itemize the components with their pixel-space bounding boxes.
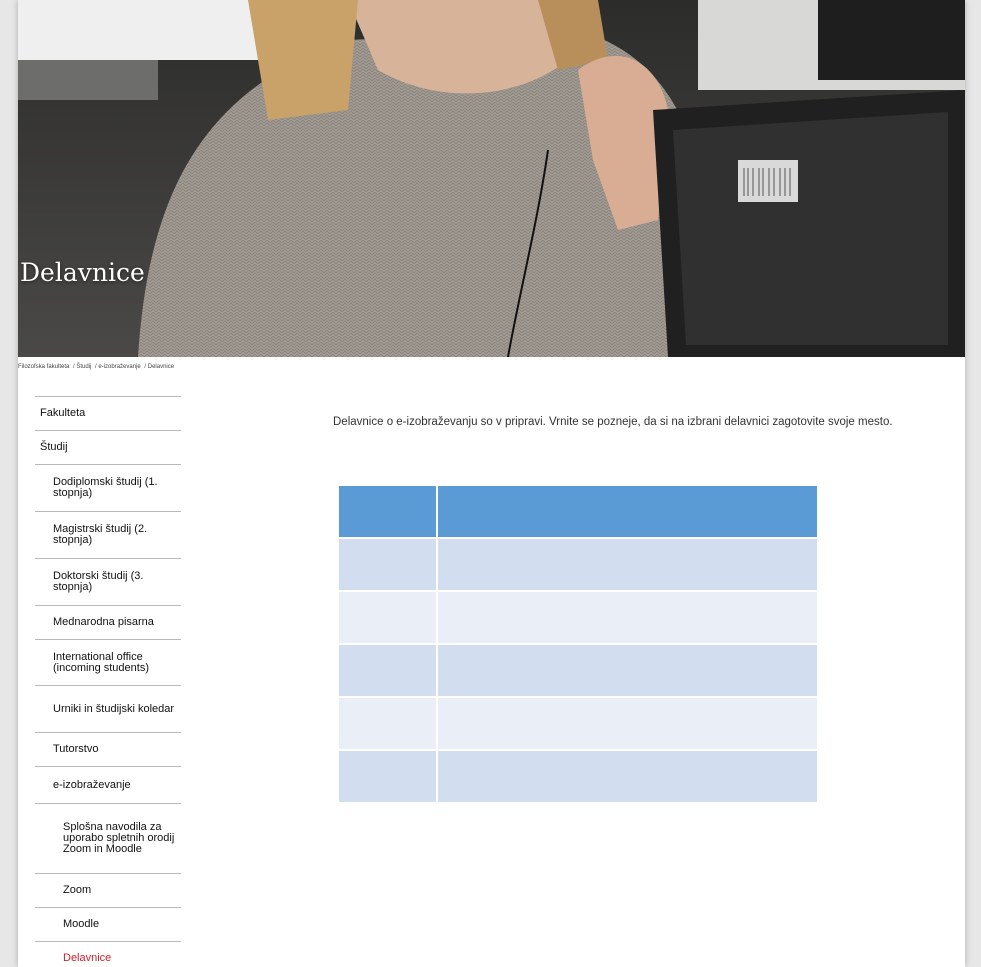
sidebar-item-doktorski[interactable]: Doktorski študij (3. stopnja) <box>35 558 181 605</box>
sidebar-item-dodiplomski[interactable]: Dodiplomski študij (1. stopnja) <box>35 464 181 511</box>
table-cell <box>436 537 819 592</box>
table-cell <box>337 749 438 804</box>
sidebar-item-splosna-navodila[interactable]: Splošna navodila za uporabo spletnih oro… <box>35 803 181 873</box>
table-row <box>337 643 819 698</box>
table-cell <box>337 643 438 698</box>
intro-text: Delavnice o e-izobraževanju so v priprav… <box>333 415 893 428</box>
sidebar-item-tutorstvo[interactable]: Tutorstvo <box>35 732 181 766</box>
table-row <box>337 749 819 804</box>
table-cell <box>337 537 438 592</box>
sidebar-item-magistrski[interactable]: Magistrski študij (2. stopnja) <box>35 511 181 558</box>
table-header-row <box>337 484 819 539</box>
sidebar-item-moodle[interactable]: Moodle <box>35 907 181 941</box>
sidebar-item-international-office[interactable]: International office (incoming students) <box>35 639 181 685</box>
table-header-cell <box>337 484 438 539</box>
sidebar-item-urniki[interactable]: Urniki in študijski koledar <box>35 685 181 732</box>
sidebar-item-delavnice[interactable]: Delavnice <box>35 941 181 967</box>
table-cell <box>436 696 819 751</box>
table-cell <box>337 696 438 751</box>
hero-banner: Delavnice <box>18 0 965 357</box>
sidebar-item-e-izobrazevanje[interactable]: e-izobraževanje <box>35 766 181 803</box>
table-row <box>337 696 819 751</box>
table-cell <box>436 643 819 698</box>
page-title: Delavnice <box>20 258 145 287</box>
table-cell <box>436 590 819 645</box>
table-row <box>337 590 819 645</box>
sidebar-item-studij[interactable]: Študij <box>35 430 181 464</box>
breadcrumb: Filozofska fakulteta / Študij / e-izobra… <box>18 364 176 370</box>
page: Delavnice Filozofska fakulteta / Študij … <box>18 0 965 967</box>
table-cell <box>436 749 819 804</box>
hero-photo <box>18 0 965 357</box>
breadcrumb-item[interactable]: / e-izobraževanje <box>95 364 141 370</box>
sidebar-item-fakulteta[interactable]: Fakulteta <box>35 396 181 430</box>
breadcrumb-item[interactable]: / Študij <box>73 364 91 370</box>
breadcrumb-item[interactable]: Filozofska fakulteta <box>18 364 69 370</box>
workshops-table <box>337 484 819 804</box>
sidebar-nav: Fakulteta Študij Dodiplomski študij (1. … <box>35 396 181 967</box>
breadcrumb-item-current: / Delavnice <box>144 364 175 370</box>
table-header-cell <box>436 484 819 539</box>
sidebar-item-zoom[interactable]: Zoom <box>35 873 181 907</box>
table-row <box>337 537 819 592</box>
sidebar-item-mednarodna-pisarna[interactable]: Mednarodna pisarna <box>35 605 181 639</box>
table-cell <box>337 590 438 645</box>
